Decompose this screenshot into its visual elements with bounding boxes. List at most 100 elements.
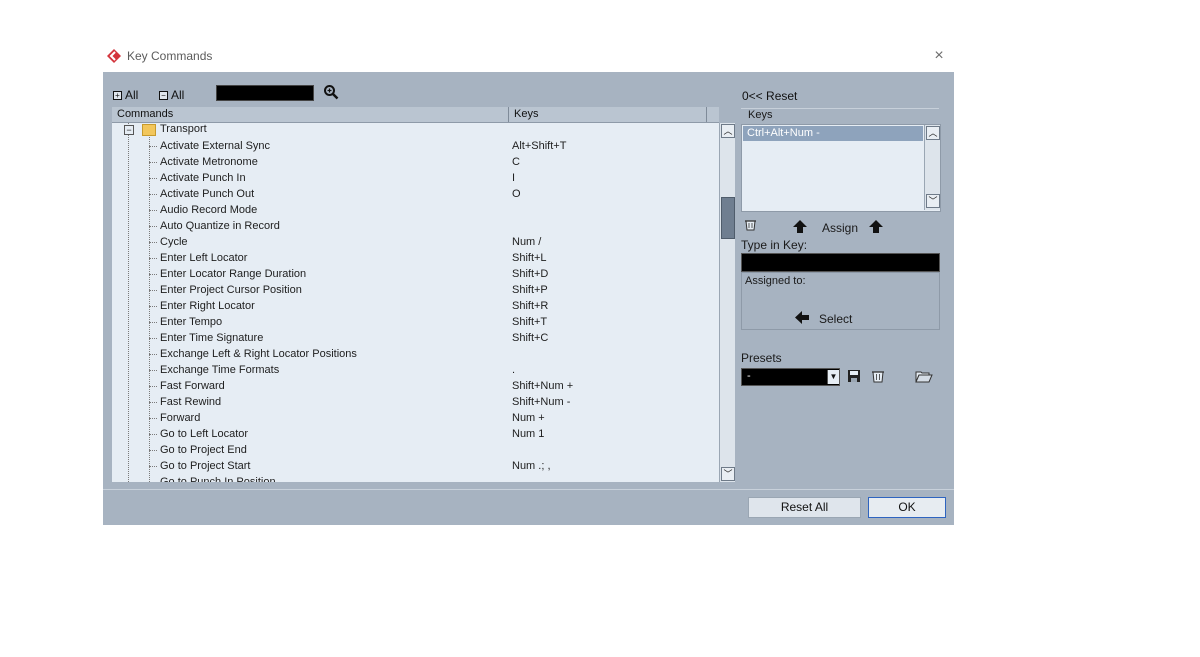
scroll-down-icon[interactable]: ﹀ xyxy=(721,467,735,481)
commands-scrollbar[interactable]: ︿ ﹀ xyxy=(719,123,735,482)
table-row[interactable]: Go to Left Locator Num 1 xyxy=(112,426,719,442)
table-row[interactable]: Fast Rewind Shift+Num - xyxy=(112,394,719,410)
column-divider[interactable] xyxy=(508,107,509,122)
keys-scrollbar[interactable]: ︿ ﹀ xyxy=(924,125,940,210)
table-row[interactable]: Enter Tempo Shift+T xyxy=(112,314,719,330)
close-icon[interactable]: × xyxy=(929,46,949,66)
table-row[interactable]: Fast Forward Shift+Num + xyxy=(112,378,719,394)
presets-label: Presets xyxy=(741,351,782,365)
command-name: Enter Project Cursor Position xyxy=(160,284,302,296)
command-name: Enter Time Signature xyxy=(160,332,264,344)
command-name: Exchange Left & Right Locator Positions xyxy=(160,348,357,360)
assign-button[interactable]: Assign xyxy=(822,221,858,235)
delete-key-icon[interactable] xyxy=(744,219,757,232)
command-name: Go to Project Start xyxy=(160,460,251,472)
preset-value: - xyxy=(747,370,751,382)
key-commands-window: Key Commands × +All −All Commands Keys xyxy=(103,42,954,525)
table-row[interactable]: Enter Right Locator Shift+R xyxy=(112,298,719,314)
tree-line xyxy=(149,434,157,436)
table-row[interactable]: Activate External Sync Alt+Shift+T xyxy=(112,138,719,154)
tree-line xyxy=(149,210,157,212)
key-capture-field[interactable] xyxy=(741,253,940,272)
command-name: Forward xyxy=(160,412,201,424)
tree-line xyxy=(149,386,157,388)
header-keys[interactable]: Keys xyxy=(514,108,538,120)
app-logo-icon xyxy=(107,49,121,63)
tree-line xyxy=(149,178,157,180)
chevron-down-icon[interactable]: ▼ xyxy=(827,370,839,384)
commands-tree[interactable]: − Transport Activate External Sync Alt+Sh… xyxy=(112,123,719,482)
scroll-up-icon[interactable]: ︿ xyxy=(721,124,735,138)
command-name: Activate Metronome xyxy=(160,156,258,168)
command-name: Enter Left Locator xyxy=(160,252,248,264)
search-icon[interactable] xyxy=(323,84,339,100)
dialog-body: + All − All Commands Keys − Transport Ac… xyxy=(103,72,954,525)
collapse-toggle-icon[interactable]: − xyxy=(124,125,134,135)
open-folder-icon[interactable] xyxy=(915,369,933,383)
reset-button[interactable]: 0<< Reset xyxy=(742,89,797,103)
reset-all-button[interactable]: Reset All xyxy=(748,497,861,518)
tree-line xyxy=(149,338,157,340)
command-key: . xyxy=(512,364,516,376)
plus-box-icon: + xyxy=(113,91,122,101)
scroll-up-icon[interactable]: ︿ xyxy=(926,126,940,140)
table-row[interactable]: Enter Time Signature Shift+C xyxy=(112,330,719,346)
commands-table-header: Commands Keys xyxy=(112,107,719,123)
command-name: Fast Rewind xyxy=(160,396,222,408)
command-name: Enter Right Locator xyxy=(160,300,255,312)
save-preset-icon[interactable] xyxy=(847,369,861,383)
title-bar[interactable]: Key Commands × xyxy=(103,42,954,72)
command-key: C xyxy=(512,156,520,168)
table-row[interactable]: Cycle Num / xyxy=(112,234,719,250)
command-name: Exchange Time Formats xyxy=(160,364,280,376)
table-row[interactable]: Enter Project Cursor Position Shift+P xyxy=(112,282,719,298)
tree-folder-transport[interactable]: − Transport xyxy=(112,123,719,138)
minus-box-icon: − xyxy=(159,91,168,101)
command-key: I xyxy=(512,172,516,184)
select-button[interactable]: Select xyxy=(819,312,852,326)
table-row[interactable]: Activate Punch Out O xyxy=(112,186,719,202)
command-key: Shift+R xyxy=(512,300,549,312)
ok-button[interactable]: OK xyxy=(868,497,946,518)
command-name: Audio Record Mode xyxy=(160,204,258,216)
table-row[interactable]: Audio Record Mode xyxy=(112,202,719,218)
header-commands[interactable]: Commands xyxy=(117,108,173,120)
collapse-all-button[interactable]: − All xyxy=(159,88,184,102)
command-key: Shift+P xyxy=(512,284,548,296)
scroll-down-icon[interactable]: ﹀ xyxy=(926,194,940,208)
scrollbar-thumb[interactable] xyxy=(721,197,735,239)
table-row[interactable]: Exchange Left & Right Locator Positions xyxy=(112,346,719,362)
table-row[interactable]: Enter Left Locator Shift+L xyxy=(112,250,719,266)
table-row[interactable]: Enter Locator Range Duration Shift+D xyxy=(112,266,719,282)
preset-dropdown[interactable]: - ▼ xyxy=(741,368,840,386)
table-row[interactable]: Activate Punch In I xyxy=(112,170,719,186)
assigned-to-label: Assigned to: xyxy=(745,275,806,287)
command-key: Shift+T xyxy=(512,316,548,328)
expand-all-button[interactable]: + All xyxy=(113,88,138,102)
table-row[interactable]: Go to Project End xyxy=(112,442,719,458)
table-row[interactable]: Auto Quantize in Record xyxy=(112,218,719,234)
list-item[interactable]: Ctrl+Alt+Num - xyxy=(743,126,923,141)
tree-line xyxy=(149,274,157,276)
command-name: Go to Punch In Position xyxy=(160,476,276,482)
search-input[interactable] xyxy=(216,85,314,101)
arrow-up-icon xyxy=(793,220,807,233)
command-name: Auto Quantize in Record xyxy=(160,220,280,232)
table-row[interactable]: Activate Metronome C xyxy=(112,154,719,170)
table-row[interactable]: Go to Project Start Num .; , xyxy=(112,458,719,474)
table-row[interactable]: Forward Num + xyxy=(112,410,719,426)
folder-label: Transport xyxy=(160,123,207,135)
tree-line xyxy=(149,370,157,372)
delete-preset-icon[interactable] xyxy=(871,369,885,383)
tree-line xyxy=(149,162,157,164)
tree-line xyxy=(149,242,157,244)
table-row[interactable]: Go to Punch In Position xyxy=(112,474,719,482)
command-key: Num 1 xyxy=(512,428,545,440)
command-key: Shift+L xyxy=(512,252,547,264)
column-divider[interactable] xyxy=(706,107,707,122)
command-key: Shift+D xyxy=(512,268,549,280)
collapse-all-label: All xyxy=(171,88,185,102)
table-row[interactable]: Exchange Time Formats. xyxy=(112,362,719,378)
assigned-keys-list[interactable]: Ctrl+Alt+Num - ︿ ﹀ xyxy=(741,124,941,212)
command-name: Activate Punch Out xyxy=(160,188,255,200)
